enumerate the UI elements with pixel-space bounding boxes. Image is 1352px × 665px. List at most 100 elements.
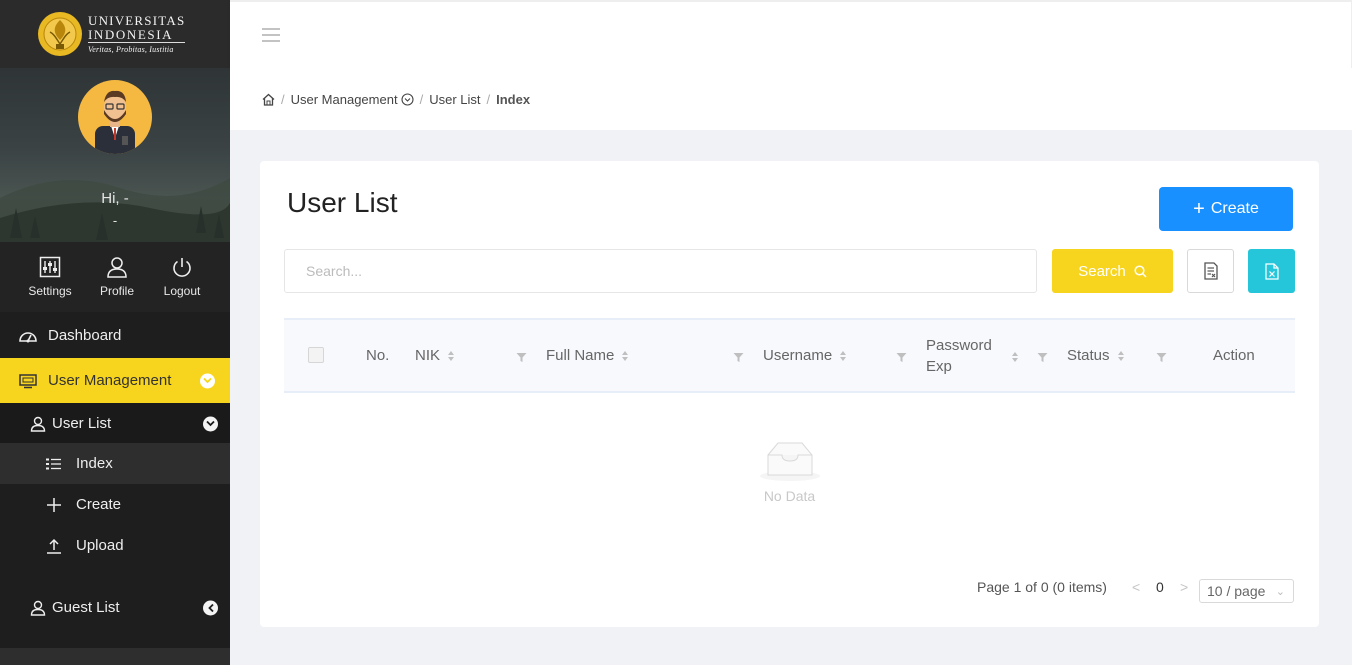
column-label-line1: Password bbox=[926, 336, 992, 354]
pagination-info: Page 1 of 0 (0 items) bbox=[977, 579, 1107, 595]
column-header-full-name[interactable]: Full Name bbox=[546, 320, 629, 391]
search-icon bbox=[1134, 264, 1147, 278]
column-header-status[interactable]: Status bbox=[1067, 320, 1124, 391]
column-label: Username bbox=[763, 347, 833, 364]
search-button[interactable]: Search bbox=[1052, 249, 1173, 293]
filter-icon[interactable] bbox=[1156, 352, 1167, 363]
greeting-subtitle: - bbox=[112, 213, 118, 228]
breadcrumb-user-management[interactable]: User Management bbox=[291, 92, 398, 107]
university-seal-icon bbox=[38, 12, 82, 56]
list-icon bbox=[44, 454, 64, 474]
logo-line2: INDONESIA bbox=[88, 28, 186, 43]
sidebar-item-label: Upload bbox=[76, 537, 124, 554]
breadcrumb-user-list[interactable]: User List bbox=[429, 92, 480, 107]
profile-panel: Hi, - - bbox=[0, 68, 230, 242]
sidebar-item-user-management[interactable]: User Management bbox=[0, 358, 230, 403]
column-label: No. bbox=[366, 347, 390, 364]
top-header bbox=[230, 0, 1352, 68]
column-label: Status bbox=[1067, 347, 1110, 364]
plus-icon: + bbox=[1193, 197, 1205, 220]
column-header-nik[interactable]: NIK bbox=[415, 320, 455, 391]
export-report-button[interactable] bbox=[1187, 249, 1234, 293]
sort-icon[interactable] bbox=[1012, 352, 1018, 362]
sidebar-item-label: Index bbox=[76, 455, 113, 472]
excel-file-icon bbox=[1264, 262, 1279, 280]
create-button-label: Create bbox=[1210, 200, 1259, 217]
search-input[interactable] bbox=[284, 249, 1037, 293]
select-all-checkbox[interactable] bbox=[308, 347, 324, 363]
upload-icon bbox=[44, 536, 64, 556]
power-icon bbox=[173, 258, 191, 277]
chevron-down-icon: ⌄ bbox=[1275, 586, 1285, 598]
plus-icon bbox=[44, 495, 64, 515]
monitor-icon bbox=[18, 371, 38, 391]
settings-button[interactable]: Settings bbox=[15, 256, 85, 298]
page-size-value: 10 / page bbox=[1207, 583, 1266, 599]
sidebar-item-label: Create bbox=[76, 496, 122, 513]
search-button-label: Search bbox=[1078, 262, 1126, 280]
sidebar-item-dashboard[interactable]: Dashboard bbox=[0, 315, 230, 356]
greeting: Hi, - bbox=[101, 190, 129, 207]
filter-icon[interactable] bbox=[516, 352, 527, 363]
sidebar-item-label: User List bbox=[52, 415, 112, 432]
quick-actions: Settings Profile Logout bbox=[0, 242, 230, 312]
breadcrumb: / User Management / User List / Index bbox=[230, 68, 1352, 130]
home-icon[interactable] bbox=[262, 93, 275, 106]
sort-icon[interactable] bbox=[840, 350, 847, 361]
sidebar-item-create[interactable]: Create bbox=[0, 484, 230, 525]
page-size-select[interactable]: 10 / page ⌄ bbox=[1199, 579, 1294, 603]
sidebar-item-index[interactable]: Index bbox=[0, 443, 230, 484]
pagination-next-button[interactable]: > bbox=[1180, 579, 1188, 595]
user-icon bbox=[107, 257, 127, 278]
empty-inbox-icon bbox=[759, 442, 820, 481]
breadcrumb-separator: / bbox=[419, 91, 424, 107]
column-header-action: Action bbox=[1213, 320, 1255, 391]
empty-state: No Data bbox=[260, 441, 1319, 504]
sidebar-item-label: Dashboard bbox=[48, 327, 122, 344]
user-icon bbox=[28, 414, 48, 434]
sidebar-item-label: User Management bbox=[48, 372, 172, 389]
settings-label: Settings bbox=[28, 284, 72, 298]
sort-icon[interactable] bbox=[448, 350, 455, 361]
column-header-password-exp[interactable]: Password Exp bbox=[926, 320, 992, 391]
breadcrumb-separator: / bbox=[281, 91, 285, 107]
logout-button[interactable]: Logout bbox=[147, 256, 217, 298]
table-header: No. NIK Full Name Username Password Exp … bbox=[284, 318, 1295, 393]
column-label-line2: Exp bbox=[926, 357, 952, 375]
sort-icon[interactable] bbox=[1117, 350, 1124, 361]
chevron-left-icon bbox=[203, 600, 218, 615]
avatar[interactable] bbox=[78, 80, 152, 154]
column-label: NIK bbox=[415, 347, 441, 364]
sidebar-item-partial[interactable] bbox=[0, 648, 230, 665]
column-label: Password Exp bbox=[926, 335, 992, 377]
logo-line1: UNIVERSITAS bbox=[88, 13, 186, 28]
user-icon bbox=[28, 598, 48, 618]
logo-motto: Veritas, Probitas, Iustitia bbox=[88, 45, 174, 54]
menu-toggle-icon[interactable] bbox=[262, 28, 280, 42]
logo[interactable]: UNIVERSITAS INDONESIA Veritas, Probitas,… bbox=[0, 0, 230, 68]
chevron-down-icon bbox=[200, 373, 215, 388]
sidebar-item-guest-list[interactable]: Guest List bbox=[0, 587, 230, 628]
filter-icon[interactable] bbox=[733, 352, 744, 363]
sort-icon[interactable] bbox=[622, 350, 629, 361]
sidebar-item-user-list[interactable]: User List bbox=[0, 403, 230, 444]
user-list-card: User List + Create Search No. bbox=[260, 161, 1319, 627]
chevron-down-circle-icon[interactable] bbox=[401, 92, 414, 106]
chevron-down-icon bbox=[203, 416, 218, 431]
filter-icon[interactable] bbox=[896, 352, 907, 363]
dashboard-icon bbox=[18, 326, 38, 346]
create-button[interactable]: + Create bbox=[1159, 187, 1293, 231]
breadcrumb-current: Index bbox=[496, 91, 531, 107]
sliders-icon bbox=[39, 256, 61, 278]
sidebar-item-upload[interactable]: Upload bbox=[0, 525, 230, 566]
column-header-username[interactable]: Username bbox=[763, 320, 847, 391]
pagination-prev-button[interactable]: < bbox=[1132, 579, 1140, 595]
column-label: Action bbox=[1213, 347, 1255, 364]
profile-button[interactable]: Profile bbox=[82, 256, 152, 298]
column-label: Full Name bbox=[546, 347, 615, 364]
export-excel-button[interactable] bbox=[1248, 249, 1295, 293]
filter-icon[interactable] bbox=[1037, 352, 1048, 363]
pagination-current-page[interactable]: 0 bbox=[1156, 579, 1164, 595]
sidebar: UNIVERSITAS INDONESIA Veritas, Probitas,… bbox=[0, 0, 230, 665]
logout-label: Logout bbox=[163, 284, 201, 298]
